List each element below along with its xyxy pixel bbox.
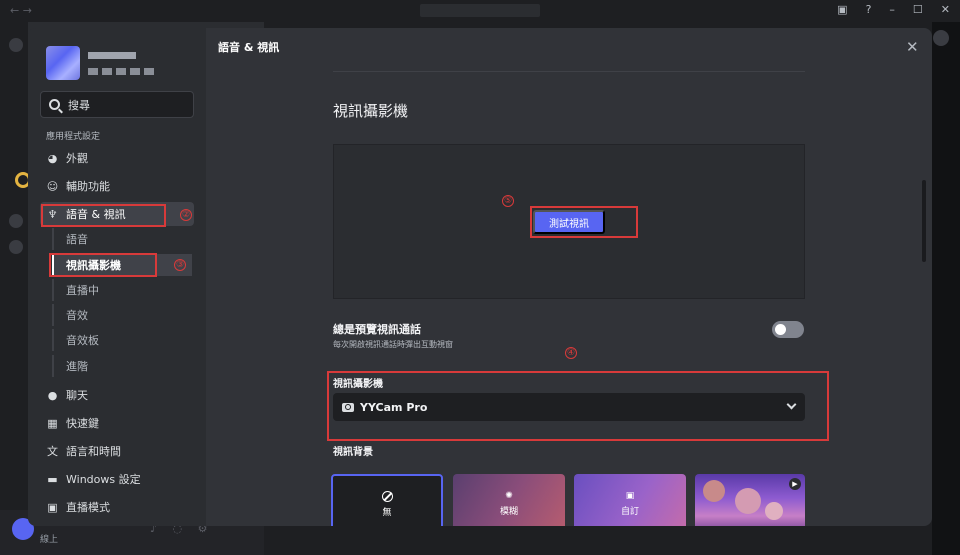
window-titlebar: ← → ▣ ? – ☐ ✕ [0,0,960,22]
camera-field-label: 視訊攝影機 [333,379,383,390]
accessibility-icon: ☺ [46,179,59,193]
preview-toggle[interactable] [772,321,804,338]
preview-pref-description: 每次開啟視訊通話時彈出互動視窗 [333,340,453,349]
none-icon [381,490,393,502]
background-option-none[interactable]: 無 [331,474,443,526]
sidebar-item-accessibility[interactable]: ☺ 輔助功能 [40,174,194,198]
content-scrollbar[interactable] [922,180,926,262]
background-option-label: 無 [382,507,392,518]
sidebar-item-label: 聊天 [66,389,88,402]
minimize-icon[interactable]: – [889,3,895,16]
profile-name-redacted [88,52,136,59]
settings-modal: 搜尋 應用程式設定 ◕ 外觀 ☺ 輔助功能 ♆ 語音 & 視訊 語音 視訊攝影機… [28,28,932,526]
section-title: 視訊攝影機 [333,102,409,120]
sidebar-item-label: 輔助功能 [66,180,110,193]
background-panel [932,22,960,555]
maximize-icon[interactable]: ☐ [913,3,923,16]
sidebar-item-label: 語言和時間 [66,445,121,458]
divider [333,71,805,72]
camera-select[interactable]: YYCam Pro [333,393,805,421]
decor-shape [765,502,783,520]
sidebar-item-label: Windows 設定 [66,473,141,486]
sidebar-item-streamer-mode[interactable]: ▣ 直播模式 [40,495,194,519]
window-controls: ▣ ? – ☐ ✕ [837,3,950,16]
server-icon[interactable] [9,38,23,52]
help-icon[interactable]: ? [866,3,872,16]
background-option-image[interactable]: ▶ [695,474,805,526]
image-add-icon: ▣ [625,491,635,501]
background-option-custom[interactable]: ▣ 自訂 [574,474,686,526]
close-icon[interactable]: ✕ [906,38,919,56]
background-option-blur[interactable]: ✺ 模糊 [453,474,565,526]
avatar [46,46,80,80]
keyboard-icon: ▦ [47,416,58,430]
annotation-number: ④ [565,347,577,359]
sidebar-subitem-streaming[interactable]: 直播中 [52,279,192,301]
sidebar-item-label: 直播模式 [66,501,110,514]
sidebar-item-windows[interactable]: ▬ Windows 設定 [40,467,194,491]
inbox-icon[interactable]: ▣ [837,3,847,16]
toggle-knob [775,324,786,335]
search-input[interactable]: 搜尋 [40,91,194,118]
sidebar-item-keybinds[interactable]: ▦ 快速鍵 [40,411,194,435]
server-icon[interactable] [9,214,23,228]
translate-icon: 文 [47,445,58,458]
user-status: 線上 [40,535,59,545]
annotation-number: ③ [174,259,186,271]
sidebar-subitem-soundboard[interactable]: 音效板 [52,329,192,351]
search-icon [49,99,60,110]
section-header: 應用程式設定 [46,132,101,142]
page-title: 語音 & 視訊 [218,41,280,54]
camera-icon [342,402,354,412]
window-title-redacted [420,4,540,17]
preview-pref-title: 總是預覽視訊通話 [333,323,421,336]
background-option-label: 自訂 [620,507,639,517]
sidebar-subitem-voice[interactable]: 語音 [52,228,192,250]
sidebar-item-label: 快速鍵 [66,417,99,430]
blur-icon: ✺ [505,491,513,501]
sidebar-subitem-advanced[interactable]: 進階 [52,355,192,377]
annotation-number: ⑤ [502,195,514,207]
close-window-icon[interactable]: ✕ [941,3,950,16]
annotation-number: ② [180,209,192,221]
play-icon: ▶ [789,478,801,490]
sidebar-item-appearance[interactable]: ◕ 外觀 [40,146,194,170]
sidebar-item-chat[interactable]: ● 聊天 [40,383,194,407]
sidebar-item-language[interactable]: 文 語言和時間 [40,439,194,463]
annotation-box [530,206,638,238]
settings-sidebar: 搜尋 應用程式設定 ◕ 外觀 ☺ 輔助功能 ♆ 語音 & 視訊 語音 視訊攝影機… [28,28,206,526]
back-forward-icon[interactable]: ← → [10,4,32,17]
profile-icon[interactable] [933,30,949,46]
camera-select-value: YYCam Pro [360,400,428,414]
chevron-down-icon [786,399,797,410]
streamer-icon: ▣ [47,500,58,514]
server-icon[interactable] [9,240,23,254]
annotation-box [41,204,166,227]
background-option-label: 模糊 [499,507,518,517]
sidebar-item-label: 外觀 [66,152,88,165]
monitor-icon: ▬ [47,472,58,486]
server-list [0,22,28,555]
palette-icon: ◕ [47,151,58,165]
sidebar-subitem-sound-effects[interactable]: 音效 [52,304,192,326]
background-field-label: 視訊背景 [333,447,373,458]
decor-shape [735,488,761,514]
search-placeholder: 搜尋 [68,98,90,112]
chat-bubble-icon: ● [47,388,58,402]
profile-edit-redacted[interactable] [88,68,158,75]
decor-shape [703,480,725,502]
annotation-box [49,253,157,277]
